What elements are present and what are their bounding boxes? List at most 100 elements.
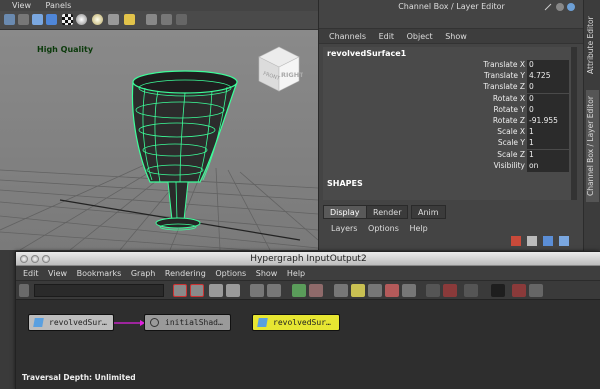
viewcube[interactable]: FRONT RIGHT [255,45,303,93]
menu-layers[interactable]: Layers [331,224,357,233]
hg-menu-bookmarks[interactable]: Bookmarks [77,269,122,278]
channel-label[interactable]: Rotate Y [493,105,525,114]
channel-label[interactable]: Scale Z [497,150,525,159]
layer-order-icon[interactable] [511,236,521,246]
hg-menu-rendering[interactable]: Rendering [165,269,206,278]
channel-label[interactable]: Translate X [483,60,525,69]
hg-menu-options[interactable]: Options [215,269,246,278]
frame-hierarchy-icon[interactable] [209,284,223,297]
hg-menu-edit[interactable]: Edit [23,269,39,278]
default-light-icon[interactable] [76,14,87,25]
hg-menu-graph[interactable]: Graph [131,269,156,278]
swatch-toggle-icon[interactable] [368,284,382,297]
layer-sync-icon[interactable] [567,3,575,11]
bookmark-toggle-icon[interactable] [19,284,29,297]
menu-channels[interactable]: Channels [329,32,366,41]
channel-value-field[interactable]: -91.955 [527,116,569,127]
channel-row[interactable]: Scale X1 [323,127,575,139]
hg-menu-show[interactable]: Show [256,269,278,278]
output-connections-icon[interactable] [267,284,281,297]
xray-icon[interactable] [146,14,157,25]
viewport-menu-panels[interactable]: Panels [46,1,72,10]
channel-value-field[interactable]: 0 [527,60,569,71]
toggle-list-icon[interactable] [334,284,348,297]
hypergraph-filter-field[interactable] [34,284,164,297]
channel-label[interactable]: Scale Y [498,138,525,147]
channel-value-field[interactable]: 0 [527,93,569,105]
channel-row[interactable]: Translate X0 [323,60,575,71]
channel-row[interactable]: Rotate Z -91.955 [323,116,575,127]
menu-edit[interactable]: Edit [379,32,395,41]
joint-xray-icon[interactable] [161,14,172,25]
graph-nodes-icon[interactable] [512,284,526,297]
channel-label[interactable]: Rotate X [493,94,525,103]
channel-label[interactable]: Scale X [497,127,525,136]
camera-icon[interactable] [4,14,15,25]
hg-menu-view[interactable]: View [48,269,67,278]
all-lights-icon[interactable] [92,14,103,25]
hypergraph-node-revolved-surface-selected[interactable]: revolvedSur… [252,314,340,331]
hierarchy-layout-icon[interactable] [402,284,416,297]
tab-display[interactable]: Display [323,205,367,219]
tab-attribute-editor[interactable]: Attribute Editor [586,4,599,86]
channel-value-field[interactable]: 0 [527,82,569,94]
textured-shading-icon[interactable] [46,14,57,25]
viewcube-right-label[interactable]: RIGHT [281,71,303,79]
add-selected-icon[interactable] [464,284,478,297]
remove-selected-icon[interactable] [491,284,505,297]
hypergraph-titlebar[interactable]: Hypergraph InputOutput2 [16,252,600,266]
resize-icon[interactable] [544,3,552,11]
tab-channel-box-layer-editor[interactable]: Channel Box / Layer Editor [586,90,599,202]
object-name[interactable]: revolvedSurface1 [327,49,406,58]
frame-branch-icon[interactable] [226,284,240,297]
scene-hierarchy-icon[interactable] [292,284,306,297]
perspective-viewport[interactable]: View Panels High Quality FRONT RIGHT [0,0,318,250]
layer-options-icon[interactable] [559,236,569,246]
hypergraph-node-revolved-surface[interactable]: revolvedSur… [28,314,114,331]
channel-row[interactable]: Scale Z1 [323,149,575,161]
menu-help[interactable]: Help [409,224,427,233]
channel-value-field[interactable]: 1 [527,138,569,150]
channel-row[interactable]: Translate Z0 [323,82,575,94]
tab-render[interactable]: Render [366,205,409,219]
hypergraph-graph-area[interactable]: revolvedSur… initialShad… revolvedSur… T… [16,300,600,389]
channel-box-scrollbar[interactable] [571,47,577,200]
menu-options[interactable]: Options [368,224,399,233]
channel-row[interactable]: Rotate X0 [323,93,575,105]
channel-row[interactable]: Visibility on [323,160,575,172]
menu-show[interactable]: Show [445,32,467,41]
clear-graph-icon[interactable] [443,284,457,297]
smooth-shading-icon[interactable] [32,14,43,25]
revolved-surface-goblet[interactable] [131,70,238,231]
display-options-icon[interactable] [426,284,440,297]
freeform-layout-icon[interactable] [385,284,399,297]
attribute-view-icon[interactable] [351,284,365,297]
tab-anim[interactable]: Anim [411,205,446,219]
channel-value-field[interactable]: 4.725 [527,71,569,83]
new-selected-layer-icon[interactable] [543,236,553,246]
frame-selection-icon[interactable] [190,284,204,297]
channel-row[interactable]: Scale Y1 [323,138,575,150]
new-layer-icon[interactable] [527,236,537,246]
channel-value-field[interactable]: on [527,160,569,172]
rearrange-graph-icon[interactable] [529,284,543,297]
frame-all-icon[interactable] [173,284,187,297]
channel-label[interactable]: Translate Z [483,82,525,91]
wireframe-shading-icon[interactable] [18,14,29,25]
channel-row[interactable]: Translate Y 4.725 [323,71,575,83]
isolate-select-icon[interactable] [124,14,135,25]
channel-label[interactable]: Rotate Z [493,116,525,125]
channel-row[interactable]: Rotate Y0 [323,104,575,116]
channel-label[interactable]: Translate Y [484,71,525,80]
menu-object[interactable]: Object [407,32,433,41]
shadows-icon[interactable] [108,14,119,25]
share-icon[interactable] [176,14,187,25]
channel-label[interactable]: Visibility [494,161,525,170]
hypergraph-node-initial-shading-group[interactable]: initialShad… [144,314,231,331]
checker-texture-icon[interactable] [62,14,73,25]
hg-menu-help[interactable]: Help [287,269,305,278]
input-connections-icon[interactable] [250,284,264,297]
viewport-menu-view[interactable]: View [12,1,31,10]
input-output-connections-icon[interactable] [309,284,323,297]
channel-value-field[interactable]: 0 [527,104,569,116]
